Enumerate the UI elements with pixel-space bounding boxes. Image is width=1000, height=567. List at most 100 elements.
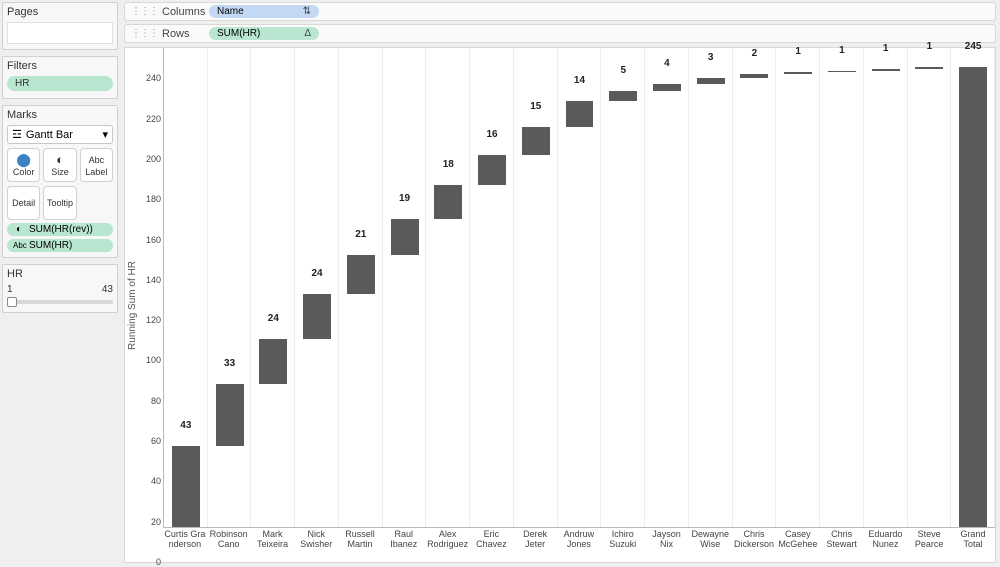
x-tick-label: MarkTeixeira [251,528,295,562]
label-icon: Abc [89,153,105,167]
mark-type-label: Gantt Bar [26,129,73,141]
chart-column [383,48,427,527]
grip-icon: ⋮⋮⋮ [131,6,158,17]
marks-detail-button[interactable]: Detail [7,186,40,220]
marks-color-button[interactable]: ⬤ Color [7,148,40,182]
bar[interactable] [697,78,725,84]
bar-value-label: 43 [164,420,208,433]
filter-pill-hr[interactable]: HR [7,76,113,91]
bar-value-label: 24 [295,268,339,281]
bar[interactable] [347,255,375,294]
chart-area: Running Sum of HR 0204060801001201401601… [124,47,996,563]
x-tick-label: EricChavez [469,528,513,562]
size-icon: ◐ [13,224,25,235]
hr-max: 43 [102,284,113,295]
x-tick-label: DerekJeter [513,528,557,562]
bar[interactable] [522,127,550,155]
bar-value-label: 245 [951,41,995,54]
bar-value-label: 2 [733,48,777,61]
chart-column [689,48,733,527]
bar[interactable] [828,71,856,73]
bar[interactable] [915,67,943,69]
columns-shelf[interactable]: ⋮⋮⋮ Columns Name ⇅ [124,2,996,21]
hr-slider-title: HR [7,268,113,280]
bar[interactable] [434,185,462,219]
chart-column [733,48,777,527]
grip-icon: ⋮⋮⋮ [131,28,158,39]
rows-pill-sum-hr[interactable]: SUM(HR) Δ [209,27,319,40]
y-tick: 0 [137,557,161,567]
shelves: ⋮⋮⋮ Columns Name ⇅ ⋮⋮⋮ Rows SUM(HR) Δ [120,0,1000,47]
hr-slider-panel: HR 1 43 [2,264,118,313]
bar[interactable] [872,69,900,71]
main-area: ⋮⋮⋮ Columns Name ⇅ ⋮⋮⋮ Rows SUM(HR) Δ Ru… [120,0,1000,567]
x-axis-labels: Curtis GrandersonRobinsonCanoMarkTeixeir… [163,528,995,562]
bar[interactable] [478,155,506,185]
pages-drop-zone[interactable] [7,22,113,44]
marks-tooltip-button[interactable]: Tooltip [43,186,76,220]
x-tick-label: Curtis Granderson [163,528,207,562]
x-tick-label: CaseyMcGehee [776,528,820,562]
y-tick: 100 [137,355,161,365]
bar[interactable] [259,339,287,384]
label-icon: Abc [13,241,25,250]
sort-icon: ⇅ [303,6,311,17]
bar-value-label: 4 [645,58,689,71]
y-tick: 120 [137,315,161,325]
y-tick: 220 [137,114,161,124]
pages-panel: Pages [2,2,118,50]
bar[interactable] [216,384,244,446]
marks-buttons: ⬤ Color ◐ Size Abc Label [7,148,113,182]
mark-type-select[interactable]: ☲ Gantt Bar ▾ [7,125,113,144]
bar-value-label: 1 [776,46,820,59]
chart-column [470,48,514,527]
rows-label: Rows [162,28,190,40]
chart-column [601,48,645,527]
bar-value-label: 16 [470,129,514,142]
filters-title: Filters [7,60,113,72]
size-icon: ◐ [56,153,64,167]
bar[interactable] [740,74,768,78]
hr-slider[interactable] [7,297,113,307]
marks-label-button[interactable]: Abc Label [80,148,113,182]
bar-value-label: 1 [908,41,952,54]
chart-column [645,48,689,527]
bar[interactable] [566,101,594,127]
filters-panel: Filters HR [2,56,118,99]
x-tick-label: StevePearce [907,528,951,562]
marks-panel: Marks ☲ Gantt Bar ▾ ⬤ Color ◐ Size Abc L… [2,105,118,258]
bar[interactable] [784,72,812,74]
x-tick-label: GrandTotal [951,528,995,562]
bar[interactable] [172,446,200,527]
bar-value-label: 33 [208,358,252,371]
gantt-icon: ☲ [12,128,22,141]
y-tick: 20 [137,517,161,527]
columns-label: Columns [162,6,205,18]
mark-pill-sum-hr-rev[interactable]: ◐ SUM(HR(rev)) [7,223,113,236]
bar-value-label: 1 [820,45,864,58]
x-tick-label: ChrisStewart [820,528,864,562]
bar[interactable] [391,219,419,255]
x-tick-label: AndruwJones [557,528,601,562]
y-axis-ticks: 020406080100120140160180200220240 [139,48,163,562]
plot-region[interactable]: 4333242421191816151454321111245 [163,48,995,528]
columns-pill-name[interactable]: Name ⇅ [209,5,319,18]
y-tick: 240 [137,73,161,83]
table-calc-icon: Δ [304,28,311,39]
chart-column [514,48,558,527]
pages-title: Pages [7,6,113,18]
marks-size-button[interactable]: ◐ Size [43,148,76,182]
x-tick-label: RobinsonCano [207,528,251,562]
hr-slider-thumb[interactable] [7,297,17,307]
bar[interactable] [303,294,331,339]
x-tick-label: RussellMartin [338,528,382,562]
hr-min: 1 [7,284,13,295]
x-tick-label: DewayneWise [688,528,732,562]
mark-pill-sum-hr[interactable]: Abc SUM(HR) [7,239,113,252]
bar[interactable] [653,84,681,92]
bar[interactable] [609,91,637,100]
bar[interactable] [959,67,987,527]
bar-value-label: 15 [514,101,558,114]
rows-shelf[interactable]: ⋮⋮⋮ Rows SUM(HR) Δ [124,24,996,43]
chart-column [208,48,252,527]
